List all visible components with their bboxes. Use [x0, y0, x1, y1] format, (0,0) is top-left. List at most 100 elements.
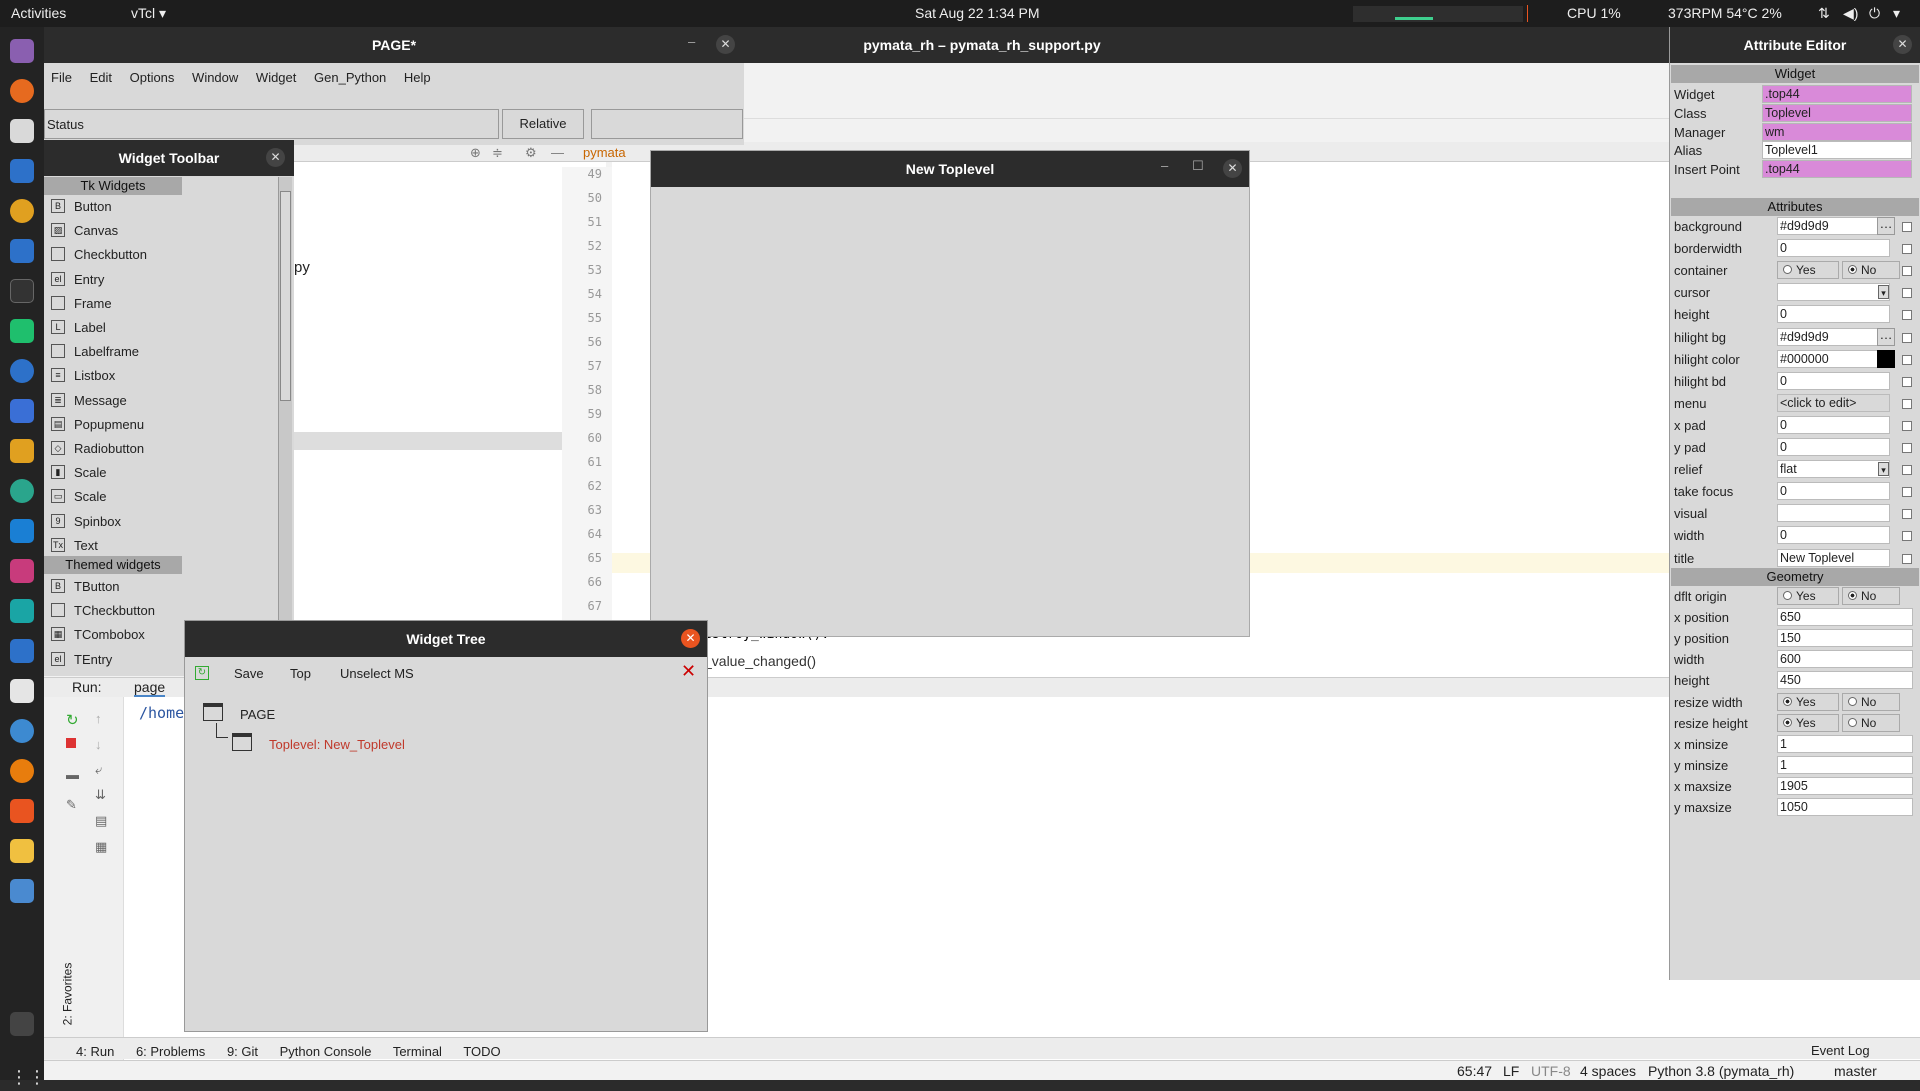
menu-gen-python[interactable]: Gen_Python: [314, 70, 386, 85]
attribute-value[interactable]: 0: [1777, 438, 1890, 456]
clock[interactable]: Sat Aug 22 1:34 PM: [915, 5, 1040, 21]
widget-item[interactable]: ≡ Listbox: [48, 365, 276, 387]
terminal-icon[interactable]: [10, 279, 34, 303]
software-icon[interactable]: [10, 799, 34, 823]
default-checkbox[interactable]: [1902, 222, 1912, 232]
menu-edit[interactable]: Edit: [90, 70, 112, 85]
default-checkbox[interactable]: [1902, 376, 1912, 387]
editor-tab[interactable]: pymata: [583, 145, 626, 160]
event-log-button[interactable]: Event Log: [1811, 1043, 1870, 1058]
minimize-icon[interactable]: –: [688, 34, 695, 49]
radio-no[interactable]: No: [1842, 261, 1900, 280]
indent-setting[interactable]: 4 spaces: [1580, 1063, 1636, 1079]
maximize-icon[interactable]: ☐: [1192, 158, 1204, 174]
widget-item[interactable]: ▮ Scale: [48, 462, 276, 484]
widget-item[interactable]: ≣ Message: [48, 390, 276, 412]
gear-icon[interactable]: ⚙: [525, 145, 537, 161]
menu-widget[interactable]: Widget: [256, 70, 296, 85]
radio-yes[interactable]: Yes: [1777, 713, 1839, 732]
attribute-value[interactable]: [1777, 504, 1890, 523]
attribute-value[interactable]: 0: [1777, 239, 1890, 258]
attribute-value[interactable]: .top44: [1762, 160, 1912, 179]
default-checkbox[interactable]: [1902, 531, 1912, 542]
minimize-icon[interactable]: —: [551, 145, 564, 160]
default-checkbox[interactable]: [1902, 443, 1912, 453]
chevron-down-icon[interactable]: ▾: [1893, 5, 1900, 22]
widget-item[interactable]: ▭ Scale: [48, 486, 276, 508]
dropdown-arrow-icon[interactable]: ▾: [1878, 462, 1889, 477]
editor-icon[interactable]: [10, 679, 34, 703]
attribute-value[interactable]: 1905: [1777, 776, 1913, 795]
app-icon[interactable]: [10, 839, 34, 863]
attribute-value[interactable]: #d9d9d9: [1777, 327, 1890, 346]
network-icon[interactable]: ⇅: [1818, 5, 1830, 22]
attribute-value[interactable]: 650: [1777, 608, 1913, 627]
tool-tab-git[interactable]: 9: Git: [227, 1044, 258, 1059]
attribute-value[interactable]: 600: [1777, 650, 1913, 669]
down-icon[interactable]: ↓: [95, 737, 102, 752]
pin-icon[interactable]: ✎: [66, 797, 77, 813]
close-tree-icon[interactable]: ✕: [681, 661, 696, 682]
rerun-icon[interactable]: ↻: [66, 711, 79, 729]
attribute-value[interactable]: 1: [1777, 734, 1913, 753]
default-checkbox[interactable]: [1902, 288, 1912, 299]
widget-item[interactable]: Tx Text: [48, 535, 276, 557]
default-checkbox[interactable]: [1902, 310, 1912, 321]
default-checkbox[interactable]: [1902, 244, 1912, 255]
firefox-icon[interactable]: [10, 79, 34, 103]
menu-window[interactable]: Window: [192, 70, 238, 85]
activities-button[interactable]: Activities: [11, 5, 66, 21]
radio-yes[interactable]: Yes: [1777, 692, 1839, 711]
default-checkbox[interactable]: [1902, 553, 1912, 564]
blender-icon[interactable]: [10, 759, 34, 783]
widget-item[interactable]: TCheckbutton: [48, 600, 276, 622]
power-icon[interactable]: ⏻: [1869, 5, 1880, 22]
attribute-value[interactable]: flat: [1777, 460, 1890, 479]
chrome-icon[interactable]: [10, 719, 34, 743]
relative-button[interactable]: Relative: [502, 109, 584, 139]
default-checkbox[interactable]: [1902, 420, 1912, 431]
app-icon[interactable]: [10, 639, 34, 663]
default-checkbox[interactable]: [1902, 487, 1912, 498]
attribute-value[interactable]: 0: [1777, 305, 1890, 324]
crosshair-icon[interactable]: ⊕: [470, 145, 481, 161]
cursor-position[interactable]: 65:47: [1457, 1063, 1492, 1079]
up-icon[interactable]: ↑: [95, 711, 102, 726]
attribute-value[interactable]: [1777, 283, 1890, 302]
mail-icon[interactable]: [10, 159, 34, 183]
default-checkbox[interactable]: [1902, 354, 1912, 365]
attribute-value[interactable]: 0: [1777, 526, 1890, 545]
app-icon[interactable]: [10, 479, 34, 503]
menu-help[interactable]: Help: [404, 70, 431, 85]
show-apps-icon[interactable]: ⋮⋮: [10, 1067, 46, 1091]
collapse-icon[interactable]: ≑: [492, 145, 503, 161]
tool-tab-run[interactable]: 4: Run: [76, 1044, 114, 1059]
tool-tab-python-console[interactable]: Python Console: [280, 1044, 372, 1059]
attribute-value[interactable]: 450: [1777, 671, 1913, 690]
widget-item[interactable]: L Label: [48, 317, 276, 339]
attribute-value[interactable]: <click to edit>: [1777, 393, 1890, 412]
attribute-value[interactable]: #d9d9d9: [1777, 217, 1890, 235]
widget-item[interactable]: B TButton: [48, 576, 276, 598]
widget-item[interactable]: el Entry: [48, 269, 276, 291]
save-button[interactable]: Save: [234, 666, 264, 681]
stop-icon[interactable]: [66, 738, 76, 748]
pycharm-icon[interactable]: [10, 319, 34, 343]
active-app-icon[interactable]: [10, 1012, 34, 1036]
layout-icon[interactable]: ▬: [66, 767, 79, 782]
widget-item[interactable]: Labelframe: [48, 341, 276, 363]
app-menu[interactable]: vTcl ▾: [131, 5, 166, 22]
volume-icon[interactable]: ◀): [1843, 5, 1858, 22]
default-checkbox[interactable]: [1902, 509, 1912, 520]
wrap-icon[interactable]: ⤶: [95, 762, 102, 778]
browse-button[interactable]: …: [1877, 327, 1895, 346]
app-icon[interactable]: [10, 399, 34, 423]
tool-tab-terminal[interactable]: Terminal: [393, 1044, 442, 1059]
interpreter[interactable]: Python 3.8 (pymata_rh): [1648, 1063, 1794, 1079]
attribute-value[interactable]: #000000: [1777, 349, 1890, 368]
radio-yes[interactable]: Yes: [1777, 587, 1839, 605]
print-icon[interactable]: ▤: [95, 813, 107, 829]
attribute-value[interactable]: 0: [1777, 482, 1890, 501]
attribute-value[interactable]: Toplevel: [1762, 103, 1912, 122]
app-icon[interactable]: [10, 439, 34, 463]
